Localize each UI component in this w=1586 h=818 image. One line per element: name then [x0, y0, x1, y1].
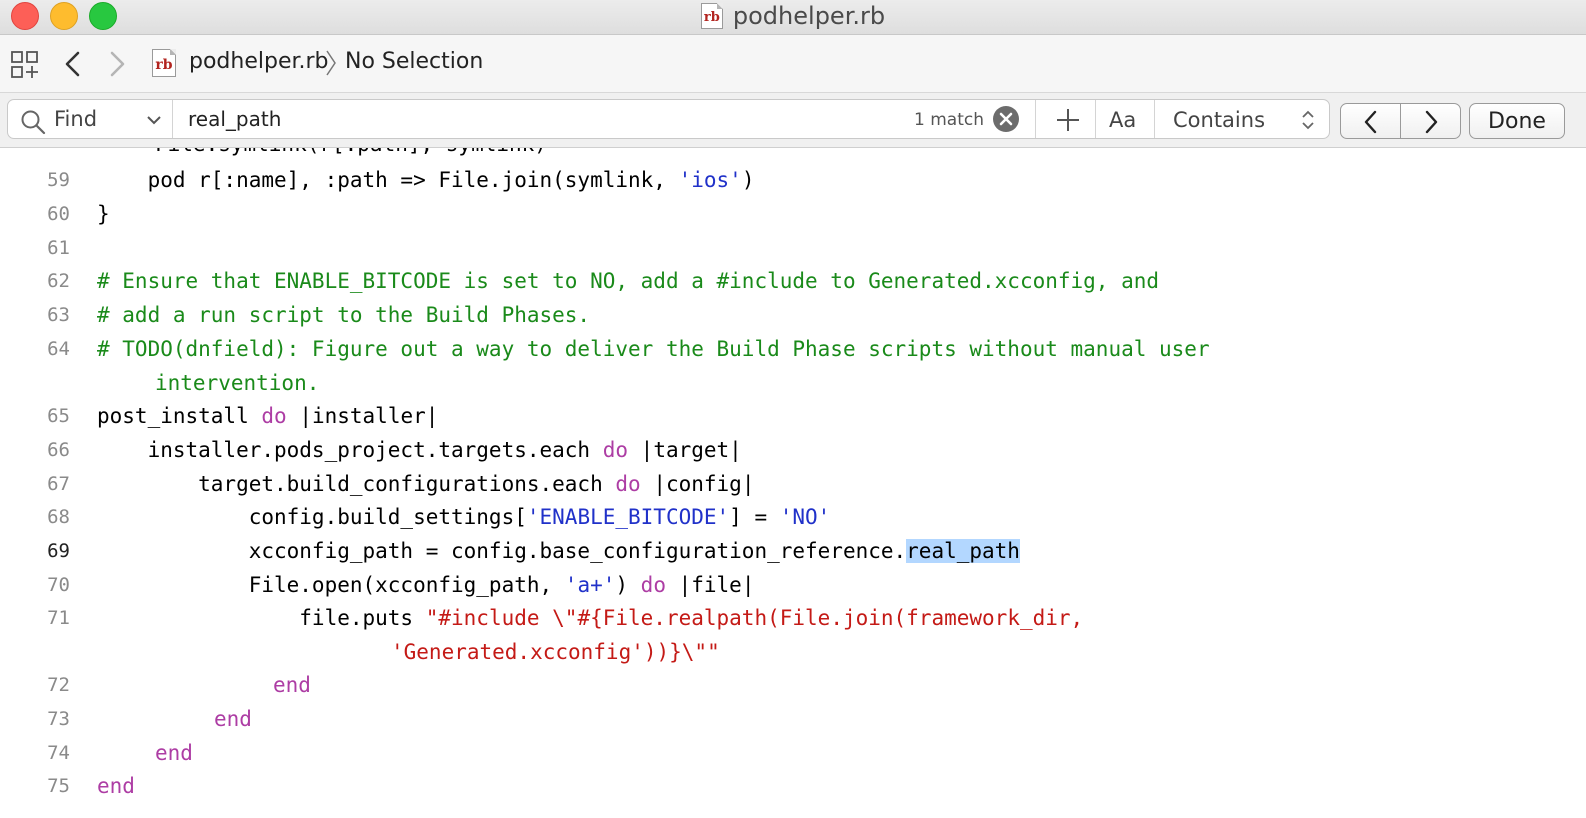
window-title: podhelper.rb: [732, 2, 886, 30]
code-comment: # TODO(dnfield): Figure out a way to del…: [97, 337, 1210, 361]
code-comment: # Ensure that ENABLE_BITCODE is set to N…: [97, 269, 1160, 293]
code-line: 73 end: [0, 702, 1586, 736]
code-line: 67 target.build_configurations.each do |…: [0, 467, 1586, 501]
code-line: 72 end: [0, 668, 1586, 702]
line-number: 59: [47, 169, 70, 191]
code-text: post_install do |installer|: [97, 404, 439, 428]
next-match-button[interactable]: [1400, 104, 1460, 138]
code-keyword: end: [155, 741, 193, 765]
add-pattern-icon[interactable]: [1054, 106, 1082, 134]
line-number: 63: [47, 304, 70, 326]
line-number: 74: [47, 742, 70, 764]
chevron-left-icon: [1364, 110, 1377, 134]
line-number: 67: [47, 473, 70, 495]
jump-bar: rb podhelper.rb No Selection: [0, 35, 1586, 93]
code-line: 71 file.puts "#include \"#{File.realpath…: [0, 601, 1586, 669]
code-text: File.open(xcconfig_path, 'a+') do |file|: [97, 573, 755, 597]
code-line: 66 installer.pods_project.targets.each d…: [0, 433, 1586, 467]
code-keyword: end: [97, 774, 135, 798]
source-editor[interactable]: File.symlink(r[:path], symlink) 59 pod r…: [0, 148, 1586, 818]
related-items-grid-icon[interactable]: [10, 50, 40, 80]
line-number: 65: [47, 405, 70, 427]
code-line: 64 # TODO(dnfield): Figure out a way to …: [0, 332, 1586, 400]
jump-bar-file-icon: rb: [152, 49, 176, 77]
jump-bar-selection[interactable]: No Selection: [345, 49, 483, 74]
code-comment: # add a run script to the Build Phases.: [97, 303, 591, 327]
code-line: 59 pod r[:name], :path => File.join(syml…: [0, 163, 1586, 197]
window-title-group: rb podhelper.rb: [0, 0, 1586, 32]
find-field: Find 1 match Aa Contains: [7, 99, 1330, 139]
title-bar: rb podhelper.rb: [0, 0, 1586, 35]
divider: [1035, 100, 1036, 138]
code-line: 75 end: [0, 769, 1586, 803]
line-number: 71: [47, 607, 70, 629]
done-button[interactable]: Done: [1469, 103, 1565, 139]
line-number: 66: [47, 439, 70, 461]
forward-chevron-icon[interactable]: [102, 48, 132, 80]
match-type-select[interactable]: Contains: [1173, 108, 1265, 132]
search-match-highlight: real_path: [906, 539, 1020, 563]
search-input[interactable]: [180, 104, 916, 134]
code-text: }: [97, 202, 110, 226]
code-string-wrap: 'Generated.xcconfig'))}\"": [391, 640, 720, 664]
code-line: 65 post_install do |installer|: [0, 399, 1586, 433]
line-number: 72: [47, 674, 70, 696]
ruby-file-icon: rb: [152, 49, 176, 77]
find-bar: Find 1 match Aa Contains: [0, 93, 1586, 148]
find-mode-menu[interactable]: Find: [54, 107, 97, 131]
code-text: pod r[:name], :path => File.join(symlink…: [97, 168, 755, 192]
line-number: 60: [47, 203, 70, 225]
code-text: config.build_settings['ENABLE_BITCODE'] …: [97, 505, 831, 529]
match-count: 1 match: [914, 110, 984, 130]
search-icon[interactable]: [20, 109, 46, 135]
line-number: 73: [47, 708, 70, 730]
code-line: 74 end: [0, 736, 1586, 770]
match-navigation: [1340, 103, 1461, 139]
code-text: installer.pods_project.targets.each do |…: [97, 438, 742, 462]
path-separator-icon: [326, 50, 336, 76]
jump-bar-file-name[interactable]: podhelper.rb: [189, 49, 329, 74]
code-line-current: 69 xcconfig_path = config.base_configura…: [0, 534, 1586, 568]
partial-code-line: File.symlink(r[:path], symlink): [155, 148, 547, 156]
code-line: 68 config.build_settings['ENABLE_BITCODE…: [0, 500, 1586, 534]
code-line: 61: [0, 231, 1586, 265]
line-number: 69: [47, 540, 70, 562]
code-text: file.puts "#include \"#{File.realpath(Fi…: [97, 606, 1084, 630]
code-line: 70 File.open(xcconfig_path, 'a+') do |fi…: [0, 568, 1586, 602]
clear-search-icon[interactable]: [993, 106, 1019, 132]
ruby-file-icon: rb: [700, 3, 723, 29]
chevron-down-icon[interactable]: [146, 114, 162, 126]
line-number: 68: [47, 506, 70, 528]
divider: [1154, 100, 1155, 138]
line-number: 70: [47, 574, 70, 596]
code-text: target.build_configurations.each do |con…: [97, 472, 755, 496]
code-line: 60 }: [0, 197, 1586, 231]
previous-match-button[interactable]: [1341, 104, 1400, 138]
ignore-case-toggle[interactable]: Aa: [1109, 108, 1136, 132]
line-number: 61: [47, 237, 70, 259]
code-comment-wrap: intervention.: [155, 371, 320, 395]
chevron-right-icon: [1425, 110, 1438, 134]
code-text: xcconfig_path = config.base_configuratio…: [97, 539, 1020, 563]
line-number: 64: [47, 338, 70, 360]
code-line: 63 # add a run script to the Build Phase…: [0, 298, 1586, 332]
back-chevron-icon[interactable]: [58, 48, 88, 80]
code-keyword: end: [273, 673, 311, 697]
divider: [1095, 100, 1096, 138]
up-down-chevron-icon[interactable]: [1300, 108, 1316, 132]
code-keyword: end: [214, 707, 252, 731]
divider: [172, 100, 173, 138]
line-number: 75: [47, 775, 70, 797]
line-number: 62: [47, 270, 70, 292]
code-line: 62 # Ensure that ENABLE_BITCODE is set t…: [0, 264, 1586, 298]
